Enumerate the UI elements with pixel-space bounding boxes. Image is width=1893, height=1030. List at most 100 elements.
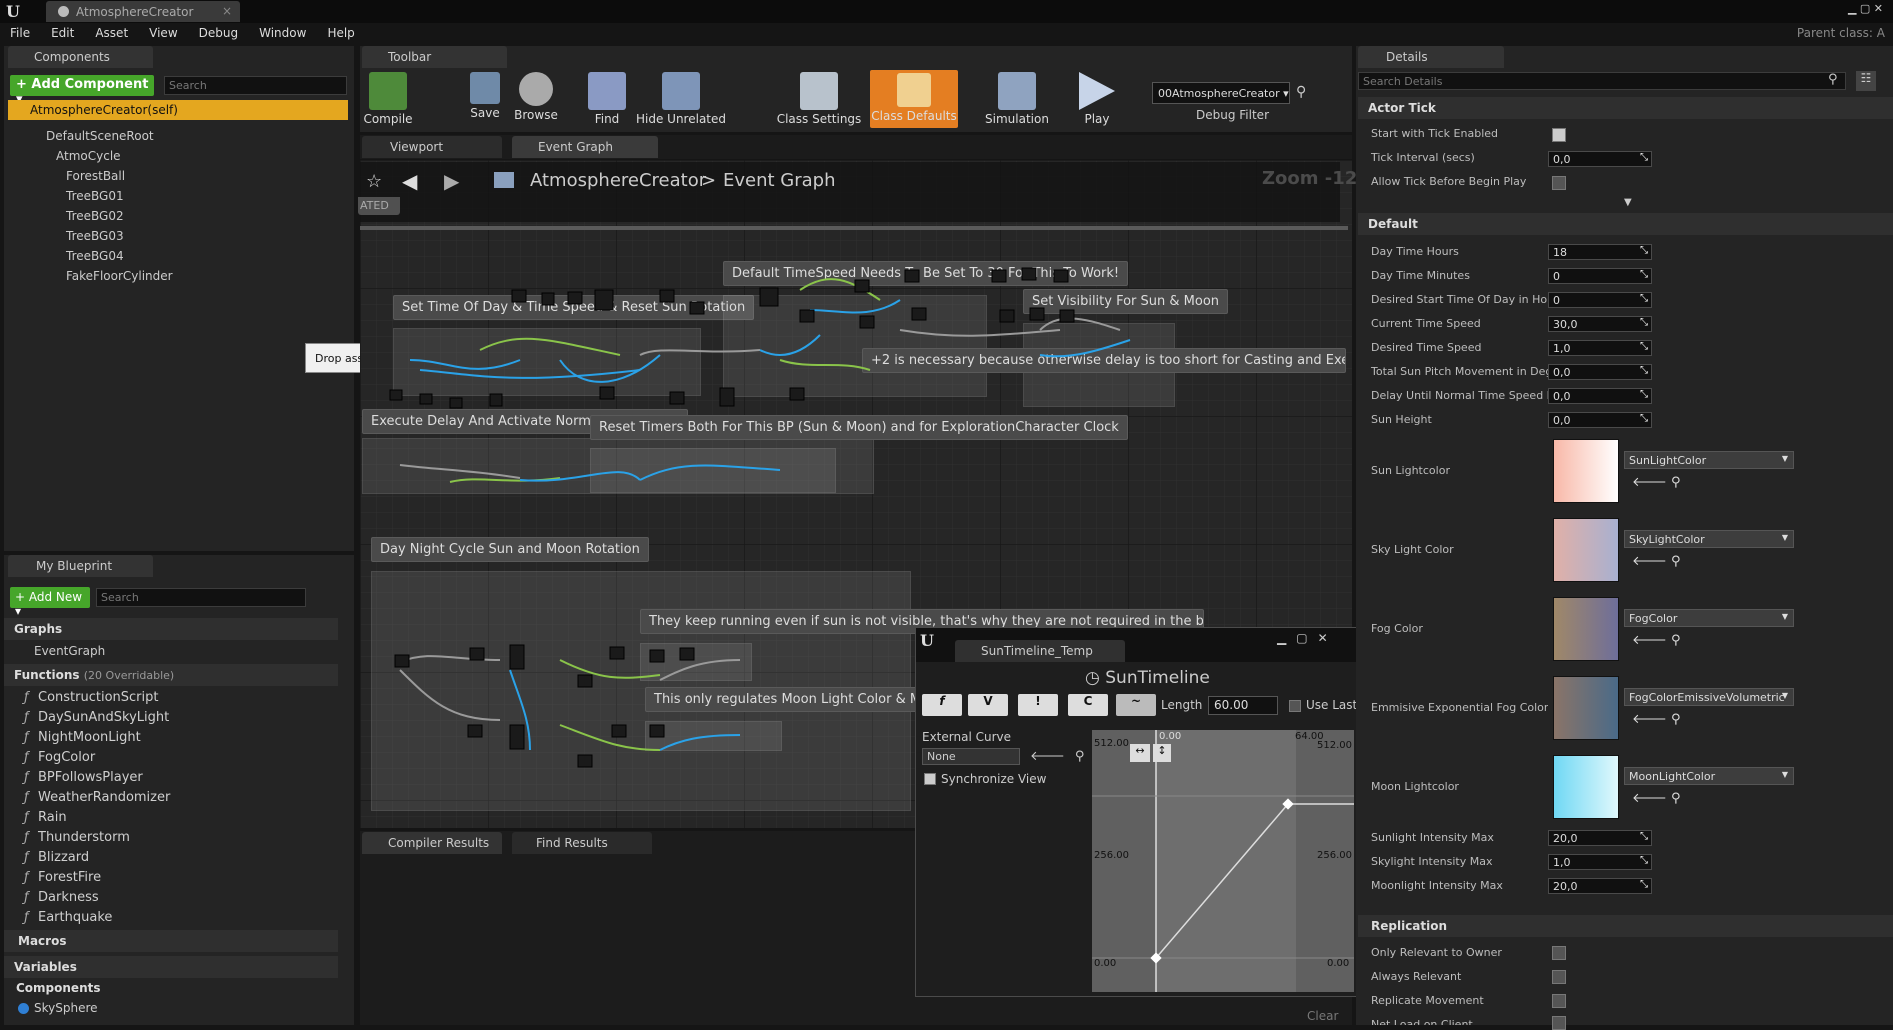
tab-viewport[interactable]: Viewport — [362, 136, 502, 158]
variables-section[interactable]: Variables — [4, 956, 338, 978]
replicate-movement-checkbox[interactable] — [1552, 994, 1566, 1008]
default-section[interactable]: Default — [1358, 213, 1893, 235]
function-item[interactable]: NightMoonLight — [4, 728, 334, 748]
always-relevant-checkbox[interactable] — [1552, 970, 1566, 984]
macros-section[interactable]: Macros — [4, 930, 338, 952]
sunlight-intensity-input[interactable]: 20,0 — [1548, 830, 1652, 846]
compile-button[interactable]: Compile — [360, 62, 416, 132]
menu-view[interactable]: View — [139, 23, 188, 40]
function-item[interactable]: ConstructionScript — [4, 688, 334, 708]
class-settings-button[interactable]: Class Settings — [774, 62, 864, 132]
day-time-minutes-input[interactable]: 0 — [1548, 268, 1652, 284]
clear-button[interactable]: Clear — [1307, 1009, 1338, 1023]
asset-actions-icons[interactable]: 🡐 ⚲ — [1632, 711, 1681, 727]
timeline-tab[interactable]: SunTimeline_Temp — [955, 640, 1125, 662]
tree-item[interactable]: ForestBall — [8, 166, 348, 186]
menu-file[interactable]: File — [0, 23, 41, 40]
components-search-input[interactable]: Search — [164, 76, 347, 95]
current-time-speed-input[interactable]: 30,0 — [1548, 316, 1652, 332]
play-button[interactable]: Play — [1074, 62, 1120, 132]
document-tab[interactable]: AtmosphereCreator × — [46, 1, 240, 22]
moonlight-intensity-input[interactable]: 20,0 — [1548, 878, 1652, 894]
timeline-window-controls[interactable]: ▁▢✕ — [1277, 631, 1338, 645]
components-tab[interactable]: Components — [8, 46, 153, 68]
my-blueprint-tab[interactable]: My Blueprint — [8, 555, 153, 577]
sky-light-color-select[interactable]: SkyLightColor — [1624, 530, 1794, 548]
simulation-button[interactable]: Simulation — [974, 62, 1060, 132]
start-tick-checkbox[interactable] — [1552, 128, 1566, 142]
window-controls[interactable]: ▁ ▢ ✕ — [1848, 2, 1883, 16]
browse-button[interactable]: Browse — [510, 62, 562, 132]
find-button[interactable]: Find — [584, 62, 630, 132]
menu-edit[interactable]: Edit — [41, 23, 85, 40]
moon-lightcolor-thumbnail[interactable] — [1553, 755, 1619, 819]
function-item[interactable]: ForestFire — [4, 868, 334, 888]
component-self[interactable]: AtmosphereCreator(self) — [8, 100, 348, 120]
add-curve-button[interactable]: ~ — [1116, 694, 1156, 716]
curve-editor[interactable] — [1092, 730, 1354, 992]
sky-light-color-thumbnail[interactable] — [1553, 518, 1619, 582]
tab-event-graph[interactable]: Event Graph — [512, 136, 658, 158]
functions-section[interactable]: Functions (20 Overridable) — [4, 664, 338, 686]
allow-tick-checkbox[interactable] — [1552, 176, 1566, 190]
tab-find-results[interactable]: Find Results — [512, 832, 652, 854]
zoom-horizontal-icon[interactable]: ↔ — [1130, 744, 1150, 762]
emissive-fog-color-thumbnail[interactable] — [1553, 676, 1619, 740]
external-curve-select[interactable]: None — [922, 748, 1020, 765]
asset-actions-icons[interactable]: 🡐 ⚲ — [1632, 632, 1681, 648]
asset-actions-icons[interactable]: 🡐 ⚲ — [1632, 474, 1681, 490]
function-item[interactable]: Rain — [4, 808, 334, 828]
day-time-hours-input[interactable]: 18 — [1548, 244, 1652, 260]
desired-start-time-input[interactable]: 0 — [1548, 292, 1652, 308]
sun-height-input[interactable]: 0,0 — [1548, 412, 1652, 428]
net-load-client-checkbox[interactable] — [1552, 1016, 1566, 1030]
add-new-button[interactable]: + Add New ▾ — [10, 587, 90, 618]
debug-object-select[interactable]: 00AtmosphereCreator ▾ — [1152, 82, 1290, 104]
emissive-fog-color-select[interactable]: FogColorEmissiveVolumetric — [1624, 688, 1794, 706]
zoom-vertical-icon[interactable]: ↕ — [1153, 744, 1171, 762]
function-item[interactable]: Blizzard — [4, 848, 334, 868]
function-item[interactable]: BPFollowsPlayer — [4, 768, 334, 788]
function-item[interactable]: FogColor — [4, 748, 334, 768]
fog-color-select[interactable]: FogColor — [1624, 609, 1794, 627]
length-input[interactable]: 60.00 — [1208, 696, 1278, 715]
moon-lightcolor-select[interactable]: MoonLightColor — [1624, 767, 1794, 785]
function-item[interactable]: Thunderstorm — [4, 828, 334, 848]
replication-section[interactable]: Replication — [1358, 915, 1893, 937]
add-vector-track-button[interactable]: V — [968, 694, 1008, 716]
tree-item[interactable]: TreeBG02 — [8, 206, 348, 226]
tree-item[interactable]: TreeBG01 — [8, 186, 348, 206]
actor-tick-section[interactable]: Actor Tick — [1358, 97, 1893, 119]
details-search-input[interactable]: Search Details — [1358, 72, 1846, 90]
fog-color-thumbnail[interactable] — [1553, 597, 1619, 661]
tab-compiler-results[interactable]: Compiler Results — [362, 832, 502, 854]
save-button[interactable]: Save — [462, 62, 508, 132]
hide-unrelated-button[interactable]: Hide Unrelated — [636, 62, 726, 132]
add-color-track-button[interactable]: C — [1068, 694, 1108, 716]
tree-item[interactable]: FakeFloorCylinder — [8, 266, 348, 286]
graph-item-eventgraph[interactable]: EventGraph — [34, 641, 105, 661]
function-item[interactable]: Darkness — [4, 888, 334, 908]
search-icon[interactable]: ⚲ — [1296, 84, 1306, 100]
details-tab[interactable]: Details — [1358, 46, 1504, 68]
class-defaults-button[interactable]: Class Defaults — [870, 70, 958, 128]
variable-item[interactable]: SkySphere — [34, 998, 98, 1018]
tree-item[interactable]: TreeBG03 — [8, 226, 348, 246]
only-relevant-owner-checkbox[interactable] — [1552, 946, 1566, 960]
tick-interval-input[interactable]: 0,0 — [1548, 151, 1652, 167]
add-event-track-button[interactable]: ! — [1018, 694, 1058, 716]
asset-actions-icons[interactable]: 🡐 ⚲ — [1632, 553, 1681, 569]
function-item[interactable]: DaySunAndSkyLight — [4, 708, 334, 728]
menu-window[interactable]: Window — [249, 23, 317, 40]
sun-lightcolor-thumbnail[interactable] — [1553, 439, 1619, 503]
use-last-keyframe-checkbox[interactable] — [1289, 700, 1301, 712]
function-item[interactable]: Earthquake — [4, 908, 334, 928]
sun-lightcolor-select[interactable]: SunLightColor — [1624, 451, 1794, 469]
chevron-down-icon[interactable]: ▼ — [1624, 197, 1632, 208]
menu-help[interactable]: Help — [317, 23, 365, 40]
menu-asset[interactable]: Asset — [85, 23, 139, 40]
view-options-icon[interactable]: ☷ — [1856, 71, 1876, 91]
menu-debug[interactable]: Debug — [189, 23, 249, 40]
add-component-button[interactable]: + Add Component ▾ — [10, 75, 154, 107]
tree-item[interactable]: DefaultSceneRoot — [8, 126, 348, 146]
